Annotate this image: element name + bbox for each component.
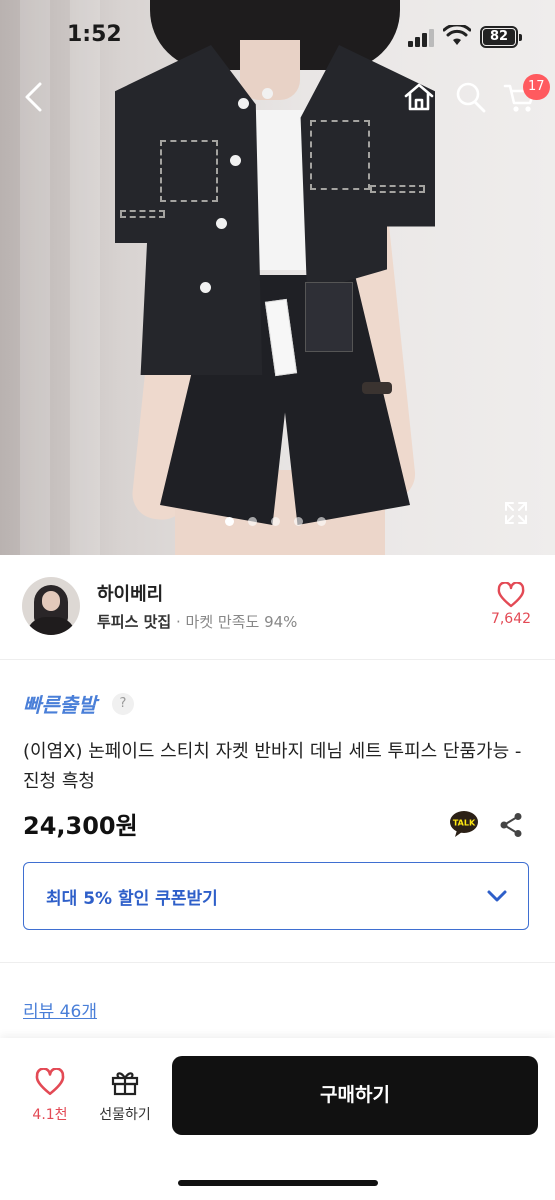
signal-icon <box>408 29 434 47</box>
seller-section[interactable]: 하이베리 투피스 맛집 · 마켓 만족도 94% 7,642 <box>0 555 555 660</box>
gift-label: 선물하기 <box>99 1107 151 1123</box>
chevron-down-icon <box>487 890 507 902</box>
product-title: (이염X) 논페이드 스티치 자켓 반바지 데님 세트 투피스 단품가능 - 진… <box>23 741 522 792</box>
battery-level: 82 <box>483 29 515 45</box>
battery-icon: 82 <box>480 26 522 48</box>
cart-count-badge: 17 <box>523 74 550 100</box>
price-tag <box>305 282 353 352</box>
search-icon[interactable] <box>455 80 487 114</box>
coupon-label: 최대 5% 할인 쿠폰받기 <box>46 889 218 909</box>
back-icon[interactable] <box>18 80 52 114</box>
seller-satisfaction: · 마켓 만족도 94% <box>176 613 298 631</box>
gallery-dot[interactable] <box>248 517 257 526</box>
avatar-body <box>26 617 76 635</box>
gallery-pagination <box>225 517 326 526</box>
buy-button[interactable]: 구매하기 <box>172 1056 538 1135</box>
review-link[interactable]: 리뷰 46개 <box>23 997 97 1022</box>
jacket-button <box>262 88 273 99</box>
gallery-dot[interactable] <box>317 517 326 526</box>
expand-icon[interactable] <box>503 500 529 526</box>
fast-shipping-label: 빠른출발 <box>23 693 97 717</box>
kakaotalk-label: TALK <box>453 819 476 828</box>
section-divider <box>0 962 555 963</box>
status-bar: 1:52 82 <box>0 0 555 70</box>
gallery-dot[interactable] <box>225 517 234 526</box>
pocket-stitch <box>310 120 370 190</box>
seller-info: 투피스 맛집 · 마켓 만족도 94% <box>97 611 297 632</box>
jacket-button <box>230 155 241 166</box>
sleeve-stitch <box>370 185 425 193</box>
jacket-button <box>238 98 249 109</box>
share-icon[interactable] <box>499 812 523 838</box>
help-icon[interactable]: ? <box>112 693 134 715</box>
bottom-action-bar: 4.1천 선물하기 구매하기 <box>0 1038 555 1200</box>
gallery-dot[interactable] <box>294 517 303 526</box>
wifi-icon <box>443 25 471 45</box>
heart-icon <box>35 1067 65 1096</box>
kakaotalk-icon[interactable]: TALK <box>449 810 479 838</box>
gift-icon <box>111 1072 139 1096</box>
seller-like-count: 7,642 <box>490 611 532 627</box>
like-button[interactable]: 4.1천 <box>20 1067 80 1124</box>
jacket-button <box>216 218 227 229</box>
status-time: 1:52 <box>67 22 122 47</box>
home-icon[interactable] <box>402 80 436 114</box>
gallery-dot[interactable] <box>271 517 280 526</box>
coupon-button[interactable]: 최대 5% 할인 쿠폰받기 <box>23 862 529 930</box>
seller-name[interactable]: 하이베리 <box>97 580 163 606</box>
seller-tag: 투피스 맛집 <box>97 613 172 631</box>
jacket-button <box>200 282 211 293</box>
avatar-face <box>42 591 60 611</box>
heart-icon[interactable] <box>497 582 525 608</box>
pocket-stitch <box>160 140 218 202</box>
curtain-fold <box>70 0 100 555</box>
wrist-watch <box>362 382 392 394</box>
seller-avatar[interactable] <box>22 577 80 635</box>
sleeve-stitch <box>120 210 165 218</box>
home-indicator <box>178 1180 378 1186</box>
like-count: 4.1천 <box>32 1107 68 1123</box>
gift-button[interactable]: 선물하기 <box>90 1068 160 1124</box>
product-price: 24,300원 <box>23 812 138 840</box>
